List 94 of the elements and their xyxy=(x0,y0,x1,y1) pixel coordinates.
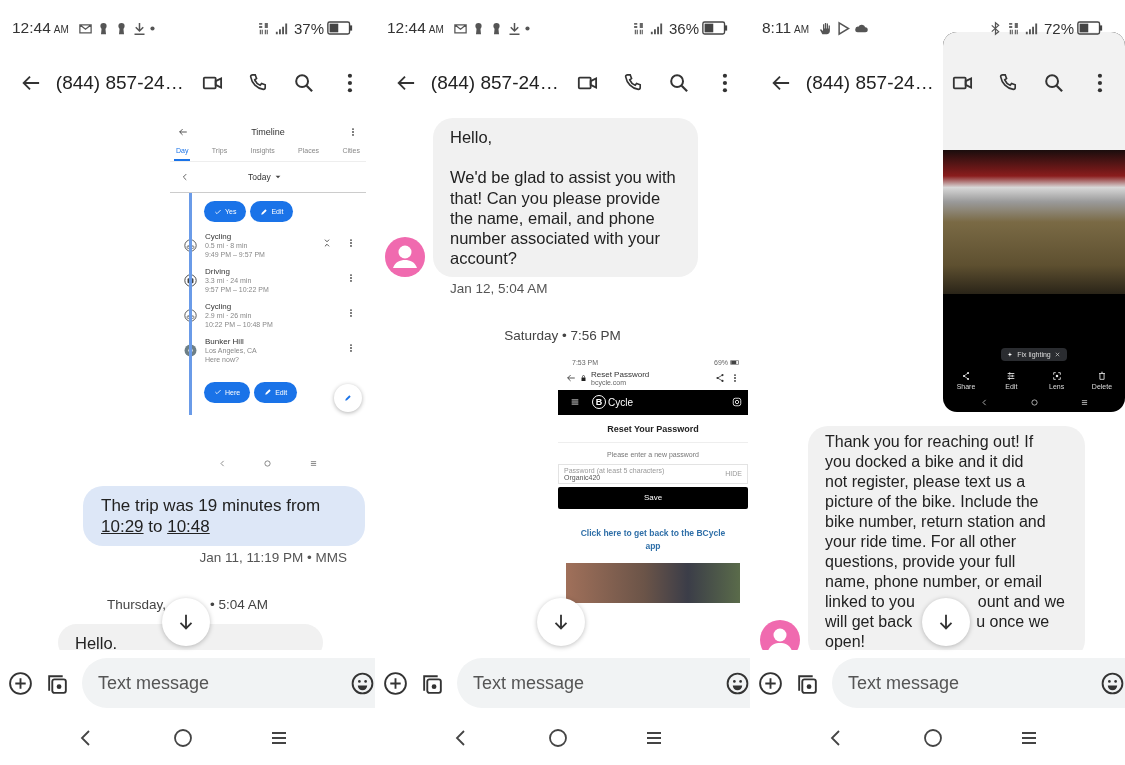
play-icon xyxy=(836,20,852,36)
entry-title: Cycling xyxy=(205,302,233,312)
caret-icon xyxy=(274,175,281,179)
save-button: Save xyxy=(558,486,748,509)
menu-icon xyxy=(570,397,580,408)
bicycle-icon xyxy=(184,309,197,322)
status-meridiem: AM xyxy=(428,24,444,35)
date-divider: • 5:04 AM xyxy=(210,597,268,612)
status-meridiem: AM xyxy=(794,24,810,35)
battery-icon xyxy=(730,359,740,365)
message-field[interactable]: Text message xyxy=(832,658,1125,708)
add-icon[interactable] xyxy=(758,670,783,696)
message-text: you docked a bike and it did xyxy=(825,452,1024,472)
chevron-left-icon xyxy=(180,172,190,182)
date-label: Today xyxy=(248,172,271,182)
time-link[interactable]: 10:48 xyxy=(167,517,210,536)
back-arrow-icon xyxy=(566,372,576,383)
message-text: Hello, xyxy=(450,127,494,148)
home-circle-icon xyxy=(1029,397,1039,407)
entry-title: Driving xyxy=(205,267,231,277)
bicycle-icon xyxy=(184,239,197,252)
lock-icon xyxy=(581,374,586,381)
sliders-icon xyxy=(1006,371,1017,381)
dot-icon xyxy=(149,25,155,31)
battery-percent: 36% xyxy=(668,19,699,37)
message-text: picture of the bike. Include the xyxy=(825,492,1039,512)
battery-percent: 37% xyxy=(293,19,324,37)
status-meridiem: AM xyxy=(53,24,69,35)
trash-icon xyxy=(1097,371,1107,381)
message-text: name, phone number, or email xyxy=(825,572,1042,592)
message-field[interactable]: Text message xyxy=(82,658,375,708)
message-timestamp: Jan 12, 5:04 AM xyxy=(450,280,548,296)
pencil-icon xyxy=(344,394,352,402)
message-text: not register, please text us a xyxy=(825,472,1026,492)
check-icon xyxy=(214,388,222,396)
contact-title: (844) 857-24… xyxy=(805,72,934,94)
message-text: ount and we xyxy=(977,592,1065,612)
contact-title: (844) 857-24… xyxy=(430,72,559,94)
search-icon[interactable] xyxy=(1043,72,1066,94)
message-text: questions, provide your full xyxy=(825,552,1016,572)
check-icon xyxy=(214,207,222,216)
pencil-icon xyxy=(264,388,273,396)
close-icon xyxy=(1053,351,1061,358)
search-icon[interactable] xyxy=(293,72,316,94)
lens-icon xyxy=(1051,371,1062,381)
contact-title: (844) 857-24… xyxy=(55,72,184,94)
battery-icon xyxy=(1077,21,1103,35)
battery-icon xyxy=(327,21,353,35)
message-text: u once we xyxy=(976,612,1050,632)
emoji-icon[interactable] xyxy=(1100,670,1125,696)
car-icon xyxy=(184,274,197,287)
page-heading: Reset Your Password xyxy=(607,423,699,434)
search-icon[interactable] xyxy=(668,72,691,94)
message-text: linked to you xyxy=(825,592,915,612)
time-link[interactable]: 10:29 xyxy=(101,517,144,536)
message-text: Hello. xyxy=(75,633,119,650)
message-text: open! xyxy=(825,632,866,650)
recents-icon xyxy=(1079,397,1089,407)
logo-text: Cycle xyxy=(608,396,633,408)
back-arrow-icon xyxy=(178,127,188,137)
add-icon[interactable] xyxy=(383,670,408,696)
location-dot-icon xyxy=(184,344,197,357)
emoji-icon[interactable] xyxy=(725,670,750,696)
entry-title: Cycling xyxy=(205,232,233,242)
status-time: 12:44 xyxy=(12,19,51,37)
message-text: bike number, return station and xyxy=(825,512,1046,532)
sparkle-icon xyxy=(1007,351,1015,358)
scroll-down-button[interactable] xyxy=(537,598,585,646)
emoji-icon[interactable] xyxy=(350,670,375,696)
back-chevron-icon xyxy=(979,397,989,407)
add-icon[interactable] xyxy=(8,670,33,696)
share-icon xyxy=(715,372,725,383)
message-text: your ride time. For all other xyxy=(825,532,1017,552)
message-text: Thank you for reaching out! If xyxy=(825,432,1034,452)
battery-icon xyxy=(702,21,728,35)
status-time: 12:44 xyxy=(387,19,426,37)
date-divider: Saturday • 7:56 PM xyxy=(504,327,621,343)
share-icon xyxy=(961,371,971,381)
status-time: 8:11 xyxy=(762,19,792,37)
message-field[interactable]: Text message xyxy=(457,658,750,708)
app-link: Click here to get back to the BCycle app xyxy=(579,526,727,553)
camera-outline-icon xyxy=(732,397,742,408)
page-title: Reset Password xyxy=(591,369,651,379)
entry-title: Bunker Hill xyxy=(205,337,245,347)
message-text: We'd be glad to assist you with that! Can you please provide the name, email, and phone number associated with your account? xyxy=(450,167,677,269)
message-text: The trip was 19 minutes from 10:29 to 10:48 xyxy=(101,495,322,537)
message-text: will get back xyxy=(825,612,913,632)
date-divider: Thursday, xyxy=(106,597,166,612)
dot-icon xyxy=(524,25,530,31)
home-circle-icon xyxy=(263,458,273,468)
screen-title: Timeline xyxy=(251,127,285,137)
message-timestamp: Jan 11, 11:19 PM • MMS xyxy=(199,550,347,565)
recents-icon xyxy=(308,458,318,468)
pencil-icon xyxy=(260,207,269,216)
